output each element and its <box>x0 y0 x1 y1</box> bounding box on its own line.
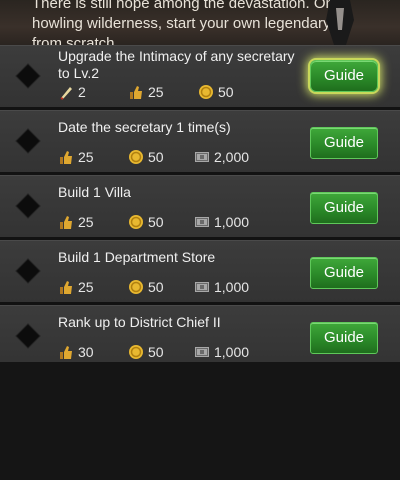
thumbs-up-icon <box>60 151 72 164</box>
reward-item: 50 <box>128 213 164 231</box>
coin-icon <box>129 150 143 164</box>
guide-button[interactable]: Guide <box>310 257 378 289</box>
reward-item: 2,000 <box>194 148 249 166</box>
story-text-line-1: There is still hope among the devastatio… <box>32 0 334 12</box>
task-row: Build 1 Villa 25 50 1,000 Guide <box>0 175 400 237</box>
story-text: There is still hope among the devastatio… <box>32 0 352 45</box>
story-text-line-3: from scratch. <box>32 35 119 45</box>
guide-button[interactable]: Guide <box>310 60 378 92</box>
reward-item: 25 <box>128 83 164 101</box>
task-row: Upgrade the Intimacy of any secretary to… <box>0 45 400 107</box>
coin-icon <box>129 215 143 229</box>
story-text-line-2: howling wilderness, start your own legen… <box>32 15 331 32</box>
reward-value: 1,000 <box>214 279 250 295</box>
cash-icon <box>195 347 209 357</box>
task-title: Build 1 Department Store <box>58 249 216 265</box>
reward-value: 25 <box>78 214 94 230</box>
task-bullet-icon <box>16 324 40 348</box>
thumbs-up-icon <box>60 281 72 294</box>
guide-button[interactable]: Guide <box>310 192 378 224</box>
reward-value: 25 <box>78 149 94 165</box>
guide-button[interactable]: Guide <box>310 127 378 159</box>
task-row: Rank up to District Chief II 30 50 1,000… <box>0 305 400 367</box>
task-bullet-icon <box>16 259 40 283</box>
cash-icon <box>195 217 209 227</box>
coin-icon <box>129 280 143 294</box>
reward-item: 50 <box>128 278 164 296</box>
reward-item: 1,000 <box>194 213 249 231</box>
task-title: Build 1 Villa <box>58 184 131 200</box>
cash-icon <box>195 282 209 292</box>
reward-item: 25 <box>58 213 94 231</box>
reward-item: 50 <box>198 83 234 101</box>
thumbs-up-icon <box>130 86 142 99</box>
cash-icon <box>195 152 209 162</box>
reward-item: 1,000 <box>194 343 249 361</box>
tutorial-character-icon <box>326 0 354 45</box>
reward-value: 50 <box>148 344 164 360</box>
reward-value: 50 <box>148 149 164 165</box>
task-title: Date the secretary 1 time(s) <box>58 119 231 135</box>
story-banner: There is still hope among the devastatio… <box>0 0 400 45</box>
reward-value: 1,000 <box>214 344 250 360</box>
reward-item: 25 <box>58 278 94 296</box>
reward-value: 25 <box>78 279 94 295</box>
reward-value: 50 <box>218 84 234 100</box>
reward-item: 30 <box>58 343 94 361</box>
reward-value: 25 <box>148 84 164 100</box>
coin-icon <box>199 85 213 99</box>
reward-value: 30 <box>78 344 94 360</box>
task-title: Rank up to District Chief II <box>58 314 221 330</box>
reward-item: 50 <box>128 343 164 361</box>
reward-item: 25 <box>58 148 94 166</box>
thumbs-up-icon <box>60 346 72 359</box>
guide-button[interactable]: Guide <box>310 322 378 354</box>
coin-icon <box>129 345 143 359</box>
task-title: Upgrade the Intimacy of any secretary to… <box>58 48 295 81</box>
reward-value: 2,000 <box>214 149 250 165</box>
task-bullet-icon <box>16 129 40 153</box>
reward-value: 50 <box>148 214 164 230</box>
reward-value: 1,000 <box>214 214 250 230</box>
reward-item: 50 <box>128 148 164 166</box>
task-list: Upgrade the Intimacy of any secretary to… <box>0 45 400 370</box>
task-bullet-icon <box>16 194 40 218</box>
reward-item: 2 <box>58 83 86 101</box>
feather-icon <box>60 87 72 100</box>
reward-value: 50 <box>148 279 164 295</box>
thumbs-up-icon <box>60 216 72 229</box>
task-row: Build 1 Department Store 25 50 1,000 Gui… <box>0 240 400 302</box>
reward-item: 1,000 <box>194 278 249 296</box>
task-row: Date the secretary 1 time(s) 25 50 2,000… <box>0 110 400 172</box>
task-bullet-icon <box>16 64 40 88</box>
empty-list-area <box>0 362 400 480</box>
reward-value: 2 <box>78 84 86 100</box>
